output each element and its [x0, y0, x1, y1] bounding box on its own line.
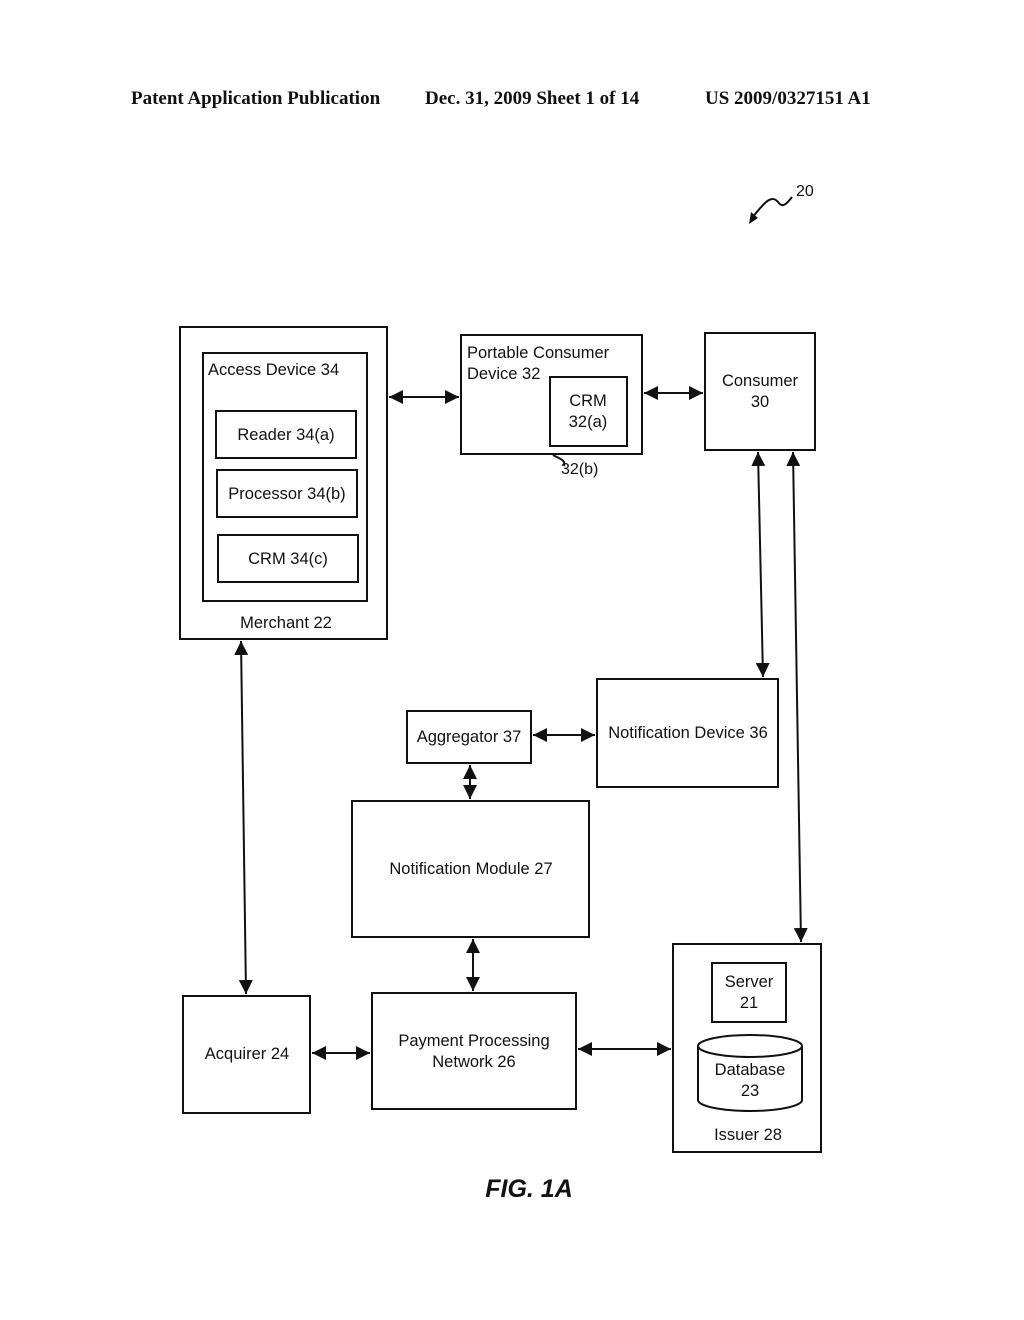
acquirer-label: Acquirer 24: [205, 1045, 289, 1063]
server-label-line1: Server: [725, 973, 774, 991]
reference-leader-line: [751, 196, 793, 219]
processor-label: Processor 34(b): [228, 485, 345, 503]
arrow-consumer-notification-device: [751, 451, 770, 678]
figure-caption: FIG. 1A: [485, 1175, 573, 1203]
database-label-line1: Database: [715, 1061, 786, 1079]
consumer-box: [704, 332, 816, 451]
issuer-block: Server 21 Database 23 Issuer 28: [672, 943, 822, 1153]
crm-34c-label: CRM 34(c): [248, 550, 328, 568]
crm-32a-label-line2: 32(a): [569, 413, 608, 431]
crm-32a-label-line1: CRM: [569, 392, 607, 410]
reader-label: Reader 34(a): [237, 426, 334, 444]
portable-consumer-device-label-line2: Device 32: [467, 365, 540, 383]
consumer-label-line2: 30: [751, 393, 769, 411]
server-label-line2: 21: [740, 994, 758, 1012]
acquirer-block: Acquirer 24: [182, 995, 311, 1114]
merchant-block: Access Device 34 Reader 34(a) Processor …: [179, 326, 388, 640]
payment-processing-network-label-line2: Network 26: [432, 1053, 515, 1071]
reference-numeral-label: 20: [796, 183, 814, 200]
merchant-label: Merchant 22: [240, 614, 332, 632]
notification-module-block: Notification Module 27: [351, 800, 590, 938]
reference-arrow-head: [749, 212, 758, 224]
arrow-merchant-acquirer: [234, 640, 253, 995]
notification-device-label: Notification Device 36: [608, 724, 768, 742]
aggregator-label: Aggregator 37: [417, 728, 522, 746]
database-label-line2: 23: [741, 1082, 759, 1100]
portable-consumer-device-block: Portable Consumer Device 32 CRM 32(a) 32…: [460, 334, 643, 478]
access-device-label: Access Device 34: [208, 361, 339, 379]
aggregator-block: Aggregator 37: [406, 710, 532, 764]
payment-processing-network-box: [371, 992, 577, 1110]
database-cylinder-top: [697, 1034, 803, 1058]
crm-32a-box: [549, 376, 628, 447]
reference-numeral-20: 20: [749, 183, 814, 224]
payment-processing-network-block: Payment Processing Network 26: [371, 992, 577, 1110]
consumer-block: Consumer 30: [704, 332, 816, 451]
portable-consumer-device-label-line1: Portable Consumer: [467, 344, 610, 362]
consumer-label-line1: Consumer: [722, 372, 799, 390]
payment-processing-network-label-line1: Payment Processing: [398, 1032, 549, 1050]
notification-device-block: Notification Device 36: [596, 678, 779, 788]
portable-ref-label: 32(b): [561, 461, 598, 478]
server-box: [711, 962, 787, 1023]
arrow-consumer-issuer: [786, 451, 808, 943]
issuer-label: Issuer 28: [714, 1126, 782, 1144]
block-diagram: 20 Access Device 34 Reader 34(a) Process…: [179, 183, 822, 1203]
notification-module-label: Notification Module 27: [389, 860, 552, 878]
